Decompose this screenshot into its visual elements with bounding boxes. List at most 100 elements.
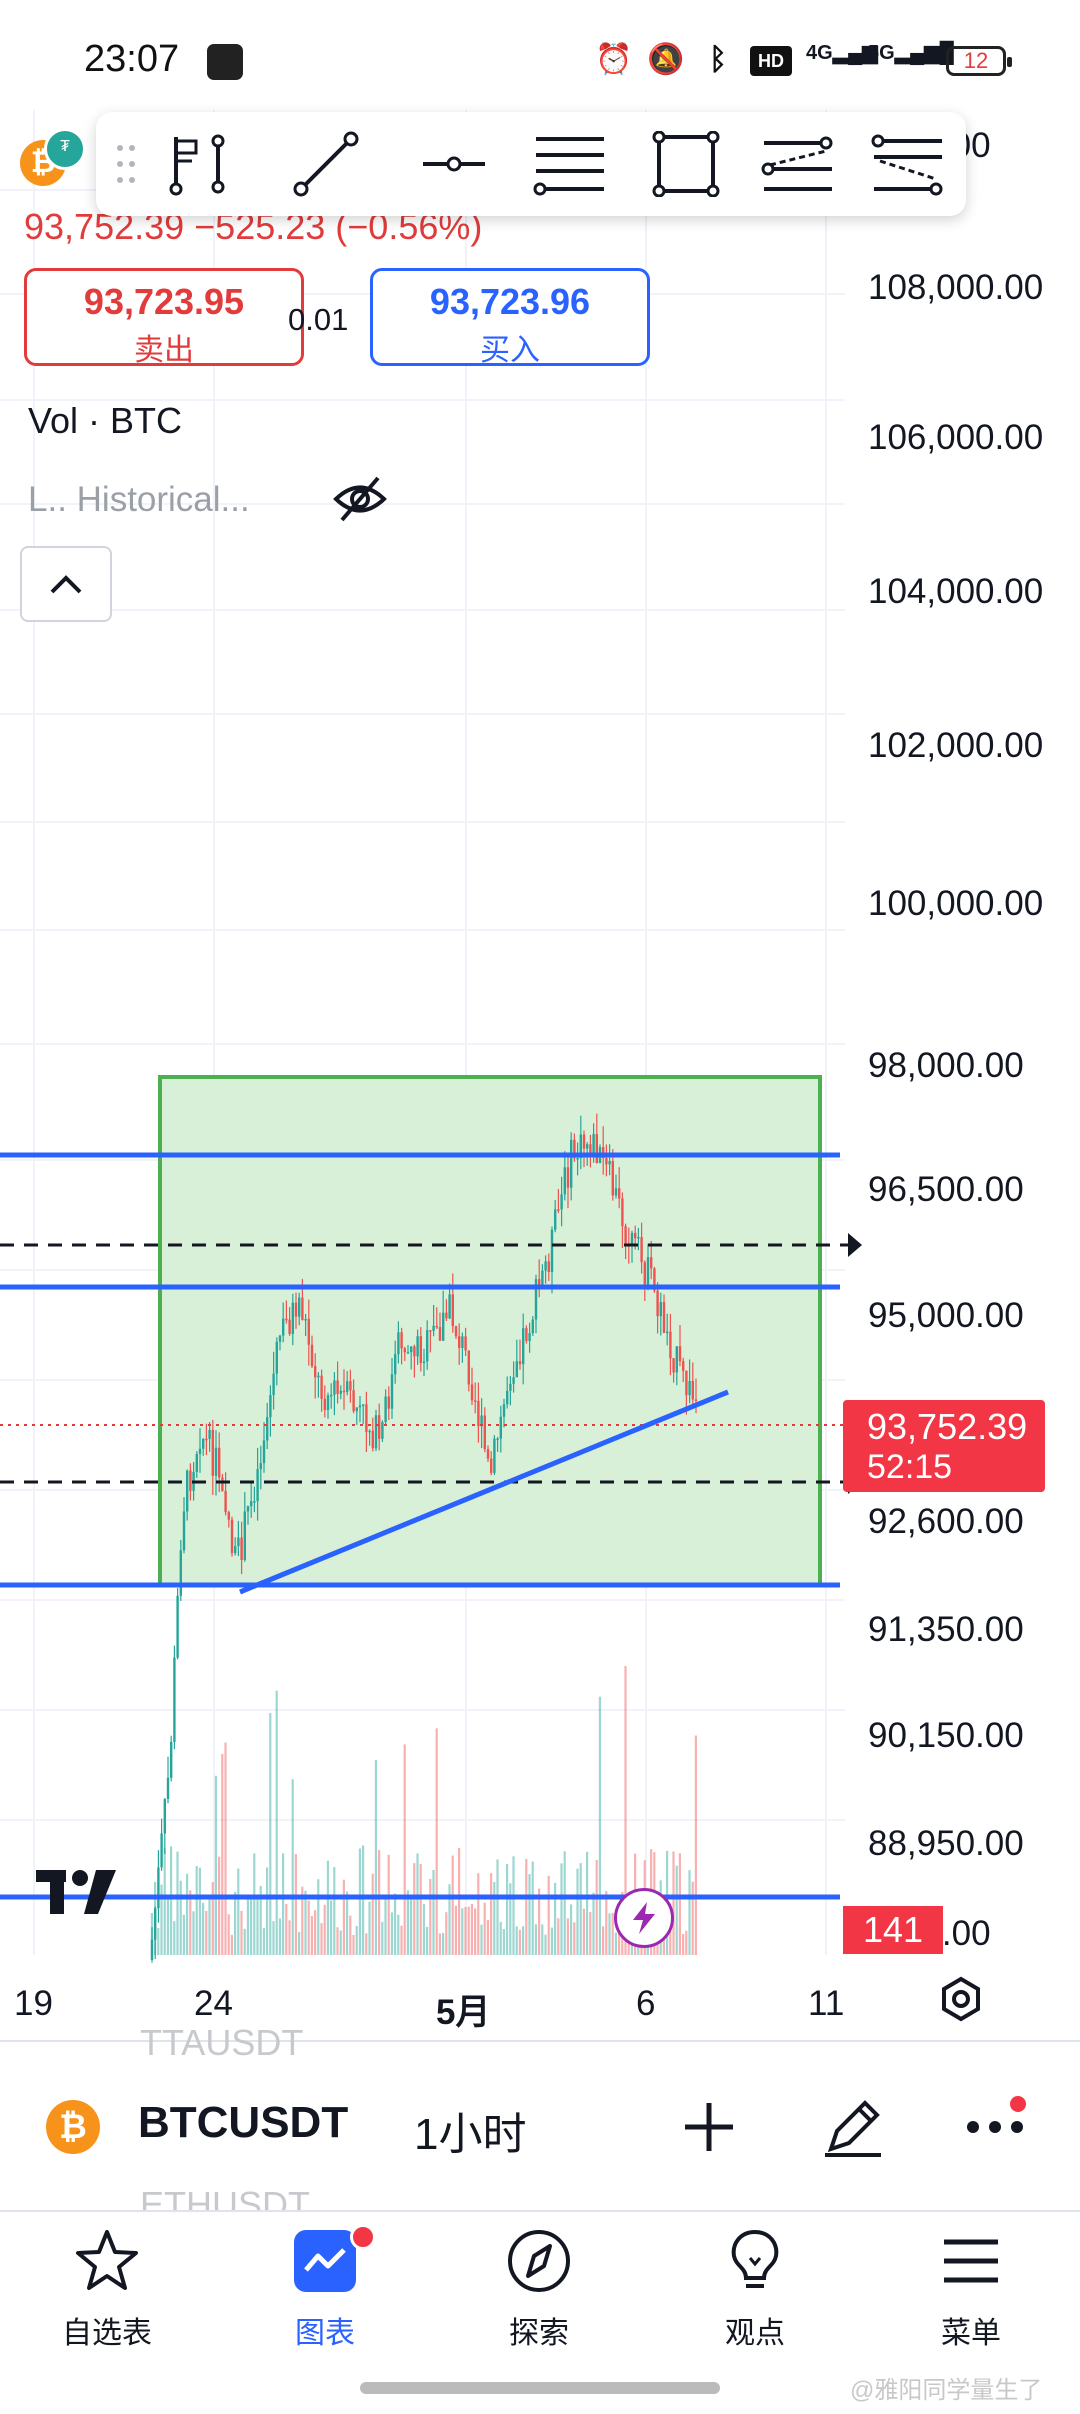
candle-body [378, 1415, 381, 1439]
nav-item-ideas[interactable]: 观点 [670, 2220, 840, 2350]
candle-body [550, 1229, 554, 1272]
price-axis-label: 98,000.00 [868, 1046, 1024, 1085]
symbol-selector[interactable]: BTCUSDT [138, 2098, 348, 2148]
price-axis-label: 108,000.00 [868, 268, 1044, 307]
candle-body [416, 1336, 419, 1357]
drawing-pen-icon[interactable] [818, 2092, 888, 2162]
candle-body [656, 1290, 659, 1317]
candle-body [630, 1232, 634, 1244]
collapse-legend-button[interactable] [20, 546, 112, 622]
buy-button[interactable]: 93,723.96 买入 [370, 268, 650, 367]
candle-body [355, 1407, 358, 1412]
volume-bar [346, 1891, 349, 1955]
notification-dot [1010, 2096, 1026, 2112]
candle-body [266, 1417, 269, 1441]
more-options-icon[interactable] [960, 2092, 1030, 2162]
candle-body [323, 1398, 326, 1411]
volume-bar [528, 1874, 531, 1955]
volume-bar [531, 1861, 534, 1955]
anchor-tool-icon[interactable] [158, 124, 246, 204]
volume-bar [368, 1901, 371, 1955]
parallel-channel-tool-icon[interactable] [526, 124, 614, 204]
volume-bar [678, 1853, 681, 1955]
volume-bar [205, 1910, 208, 1955]
volume-bar [416, 1853, 419, 1955]
current-price-tag: 93,752.39 52:15 [843, 1400, 1045, 1492]
candle-body [458, 1336, 461, 1348]
volume-bar [211, 1882, 214, 1955]
5g-signal-icon: 5G▂▄▆█ [868, 42, 954, 64]
nav-item-explore[interactable]: 探索 [454, 2220, 624, 2350]
add-plus-icon[interactable] [674, 2092, 744, 2162]
volume-bar [250, 1897, 253, 1955]
volume-bar [214, 1775, 217, 1955]
candle-body [221, 1477, 224, 1491]
candle-body [336, 1380, 339, 1394]
chart-settings-icon[interactable] [936, 1974, 986, 2024]
candle-body [406, 1352, 410, 1354]
nav-label-menu: 菜单 [941, 2317, 1001, 2350]
volume-bar [397, 1914, 400, 1955]
lightning-icon[interactable] [614, 1888, 674, 1948]
candle-body [496, 1438, 499, 1441]
forecast-tool-icon[interactable] [864, 124, 952, 204]
candle-body [467, 1350, 470, 1385]
watermark: @雅阳同学量生了 [850, 2377, 1043, 2404]
volume-indicator-legend[interactable]: Vol · BTC [28, 400, 182, 442]
position-tool-icon[interactable] [754, 124, 842, 204]
alarm-icon: ⏰ [595, 43, 633, 76]
price-axis-label: 92,600.00 [868, 1502, 1024, 1541]
nav-item-menu[interactable]: 菜单 [886, 2220, 1056, 2350]
sell-button[interactable]: 93,723.95 卖出 [24, 268, 304, 367]
candle-body [189, 1470, 192, 1491]
nav-item-chart[interactable]: 图表 [240, 2220, 410, 2350]
interval-selector[interactable]: 1小时 [414, 2098, 526, 2162]
volume-bar [598, 1696, 601, 1955]
candle-body [470, 1384, 474, 1401]
candle-body [410, 1346, 413, 1353]
drag-handle-icon[interactable] [106, 124, 146, 204]
candle-body [250, 1501, 253, 1507]
candle-body [429, 1330, 432, 1332]
candle-body [531, 1319, 534, 1334]
nav-item-watchlist[interactable]: 自选表 [22, 2220, 192, 2350]
volume-bar [557, 1918, 560, 1955]
volume-bar [474, 1908, 477, 1955]
eye-hidden-icon[interactable] [330, 472, 390, 526]
candle-body [509, 1383, 512, 1391]
candle-body [182, 1511, 186, 1551]
volume-bar [381, 1921, 384, 1955]
volume-bar [275, 1690, 278, 1955]
candle-body [237, 1537, 240, 1547]
candle-body [253, 1501, 256, 1503]
historical-indicator-legend[interactable]: L.. Historical... [28, 480, 250, 520]
candle-body [413, 1346, 416, 1357]
volume-bar [192, 1911, 195, 1955]
candle-body [624, 1226, 627, 1244]
volume-bar [269, 1713, 272, 1955]
rectangle-tool-icon[interactable] [642, 124, 730, 204]
volume-bar [186, 1873, 189, 1955]
volume-bar [246, 1895, 249, 1955]
candle-body [659, 1302, 662, 1317]
price-axis-label: 96,500.00 [868, 1170, 1024, 1209]
trend-line-tool-icon[interactable] [282, 124, 370, 204]
volume-bar [208, 1895, 211, 1955]
candle-body [211, 1429, 214, 1476]
compass-icon [506, 2228, 572, 2294]
candle-body [554, 1209, 557, 1230]
price-axis-label: 91,350.00 [868, 1610, 1024, 1649]
volume-bar [432, 1869, 435, 1955]
candle-body [694, 1399, 698, 1401]
volume-bar [490, 1873, 493, 1955]
volume-bar [234, 1891, 237, 1955]
volume-bar [173, 1921, 176, 1955]
home-indicator[interactable] [360, 2382, 720, 2394]
volume-bar [202, 1902, 205, 1955]
candle-body [352, 1390, 355, 1412]
candle-body [474, 1400, 477, 1402]
horizontal-line-tool-icon[interactable] [410, 124, 498, 204]
candle-body [595, 1134, 598, 1163]
candle-body [650, 1257, 653, 1269]
volume-bar [221, 1753, 224, 1955]
